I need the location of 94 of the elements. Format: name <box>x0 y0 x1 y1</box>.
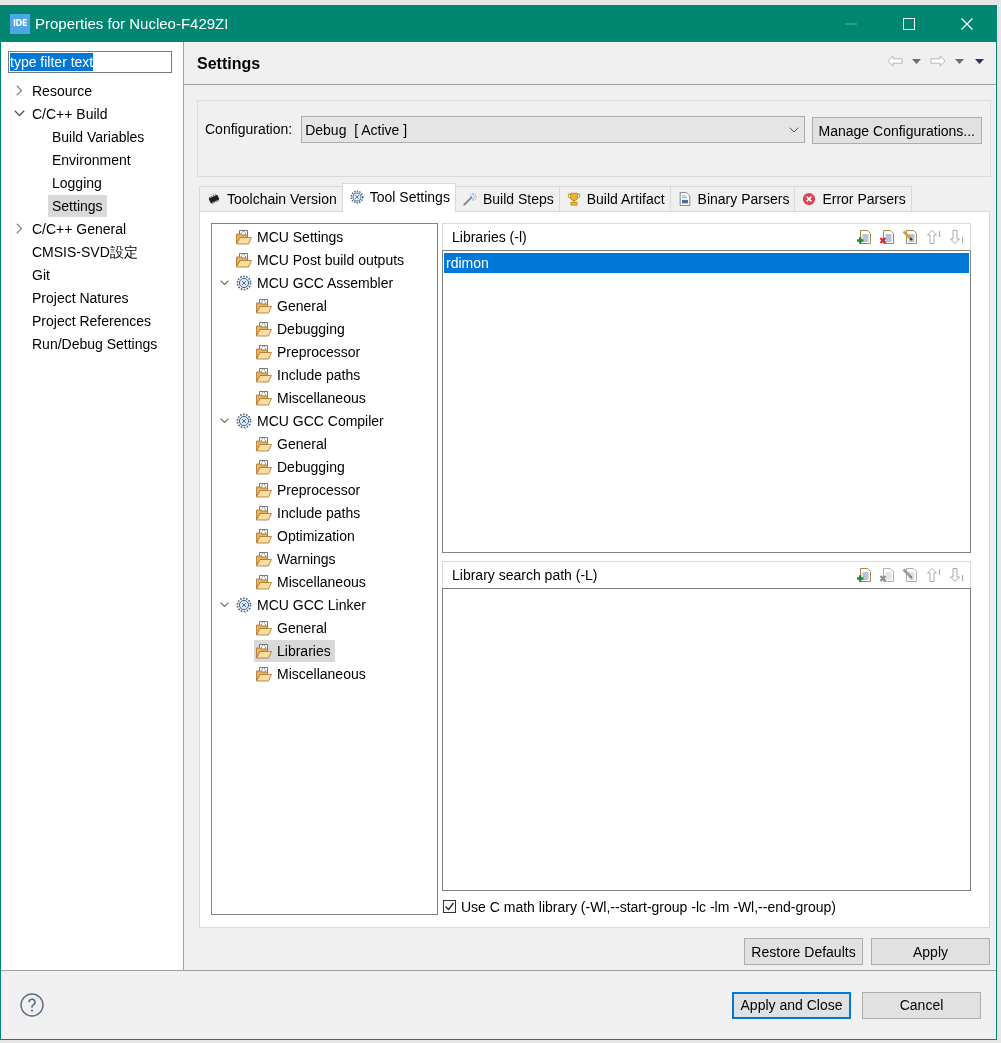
chevron-down-icon[interactable] <box>219 280 229 285</box>
add-icon[interactable] <box>856 229 872 245</box>
tree-item[interactable]: Preprocessor <box>254 340 365 363</box>
tab[interactable]: Toolchain Version <box>199 186 343 211</box>
checkbox-label[interactable]: Use C math library (-Wl,--start-group -lc -lm -Wl,--end-group) <box>461 898 836 915</box>
tree-item[interactable]: General <box>254 616 331 639</box>
tab[interactable]: Tool Settings <box>341 183 456 212</box>
tree-item[interactable]: Debugging <box>254 317 349 340</box>
tree-item[interactable]: CMSIS-SVD設定 <box>28 240 142 263</box>
help-icon[interactable] <box>20 993 44 1017</box>
tree-item[interactable]: Project References <box>28 309 156 332</box>
tree-item[interactable]: MCU GCC Linker <box>234 593 370 616</box>
maximize-icon[interactable] <box>903 17 915 30</box>
tree-item[interactable]: Warnings <box>254 547 340 570</box>
folder-icon <box>256 665 272 682</box>
list-box[interactable]: rdimon <box>442 250 971 553</box>
menu-caret-icon[interactable] <box>975 58 984 64</box>
tree-item[interactable]: MCU Settings <box>234 225 348 248</box>
folder-icon <box>256 389 272 406</box>
page-title: Settings <box>197 55 261 73</box>
window-title: Properties for Nucleo-F429ZI <box>35 15 229 32</box>
chevron-down-icon[interactable] <box>219 418 229 423</box>
chevron-down-icon[interactable] <box>219 602 229 607</box>
wand-icon <box>462 192 477 206</box>
folder-icon <box>256 550 272 567</box>
tree-item[interactable]: Settings <box>48 194 107 217</box>
dropdown-caret-icon[interactable] <box>955 58 964 64</box>
tree-item[interactable]: Libraries <box>254 639 335 662</box>
caret-icon <box>788 126 799 133</box>
gear-icon <box>236 274 252 291</box>
folder-icon <box>256 642 272 659</box>
add-icon[interactable] <box>856 567 872 583</box>
close-icon[interactable] <box>961 17 973 30</box>
tree-item[interactable]: MCU GCC Assembler <box>234 271 398 294</box>
gear-icon <box>236 596 252 613</box>
delete-icon[interactable] <box>879 229 895 245</box>
folder-icon <box>256 481 272 498</box>
tree-item[interactable]: Optimization <box>254 524 359 547</box>
gear-icon <box>349 189 364 204</box>
folder-icon <box>256 458 272 475</box>
dialog-button[interactable]: Cancel <box>862 991 981 1019</box>
folder-icon <box>256 297 272 314</box>
configuration-dropdown[interactable]: Debug [ Active ] <box>301 116 805 143</box>
tree-item[interactable]: Miscellaneous <box>254 386 370 409</box>
tree-item[interactable]: Build Variables <box>48 125 149 148</box>
folder-icon <box>256 435 272 452</box>
list-item[interactable]: rdimon <box>444 253 969 273</box>
tree-item[interactable]: Logging <box>48 171 106 194</box>
tree-item[interactable]: Run/Debug Settings <box>28 332 162 355</box>
chevron-down-icon[interactable] <box>13 110 25 117</box>
folder-icon <box>236 251 252 268</box>
dialog-button[interactable]: Apply and Close <box>732 991 851 1019</box>
tree-item[interactable]: Debugging <box>254 455 349 478</box>
tree-item[interactable]: Project Natures <box>28 286 133 309</box>
folder-icon <box>256 504 272 521</box>
gear-icon <box>236 412 252 429</box>
chevron-right-icon[interactable] <box>15 223 23 234</box>
folder-icon <box>256 366 272 383</box>
page-button[interactable]: Restore Defaults <box>744 938 863 965</box>
section-title: Library search path (-L) <box>452 567 598 583</box>
tree-item[interactable]: General <box>254 432 331 455</box>
folder-icon <box>236 228 252 245</box>
section-title: Libraries (-l) <box>452 229 527 245</box>
edit-icon[interactable] <box>902 229 918 245</box>
manage-configurations-button[interactable]: Manage Configurations... <box>811 117 982 144</box>
error-icon <box>802 192 817 206</box>
app-logo: IDE <box>10 13 30 34</box>
chevron-right-icon[interactable] <box>15 85 23 96</box>
tree-item[interactable]: Include paths <box>254 363 365 386</box>
tree-item[interactable]: C/C++ Build <box>28 102 112 125</box>
configuration-label: Configuration: <box>205 120 293 139</box>
dropdown-caret-icon[interactable] <box>912 58 921 64</box>
trophy-icon <box>566 192 581 206</box>
tree-item[interactable]: Miscellaneous <box>254 570 370 593</box>
folder-icon <box>256 320 272 337</box>
tree-item[interactable]: Git <box>28 263 54 286</box>
folder-icon <box>256 573 272 590</box>
tree-item[interactable]: Preprocessor <box>254 478 365 501</box>
tree-item[interactable]: General <box>254 294 331 317</box>
filter-field[interactable]: type filter text <box>8 51 172 73</box>
folder-icon <box>256 619 272 636</box>
folder-icon <box>256 343 272 360</box>
tree-item[interactable]: Environment <box>48 148 135 171</box>
page-button[interactable]: Apply <box>871 938 990 965</box>
checkbox[interactable] <box>443 900 456 913</box>
tab[interactable]: Error Parsers <box>794 186 912 211</box>
tree-item[interactable]: MCU GCC Compiler <box>234 409 388 432</box>
tree-item[interactable]: Resource <box>28 79 96 102</box>
document-icon <box>677 192 692 206</box>
tree-item[interactable]: C/C++ General <box>28 217 131 240</box>
tree-item[interactable]: MCU Post build outputs <box>234 248 409 271</box>
tree-item[interactable]: Include paths <box>254 501 365 524</box>
tree-item[interactable]: Miscellaneous <box>254 662 370 685</box>
folder-icon <box>256 527 272 544</box>
